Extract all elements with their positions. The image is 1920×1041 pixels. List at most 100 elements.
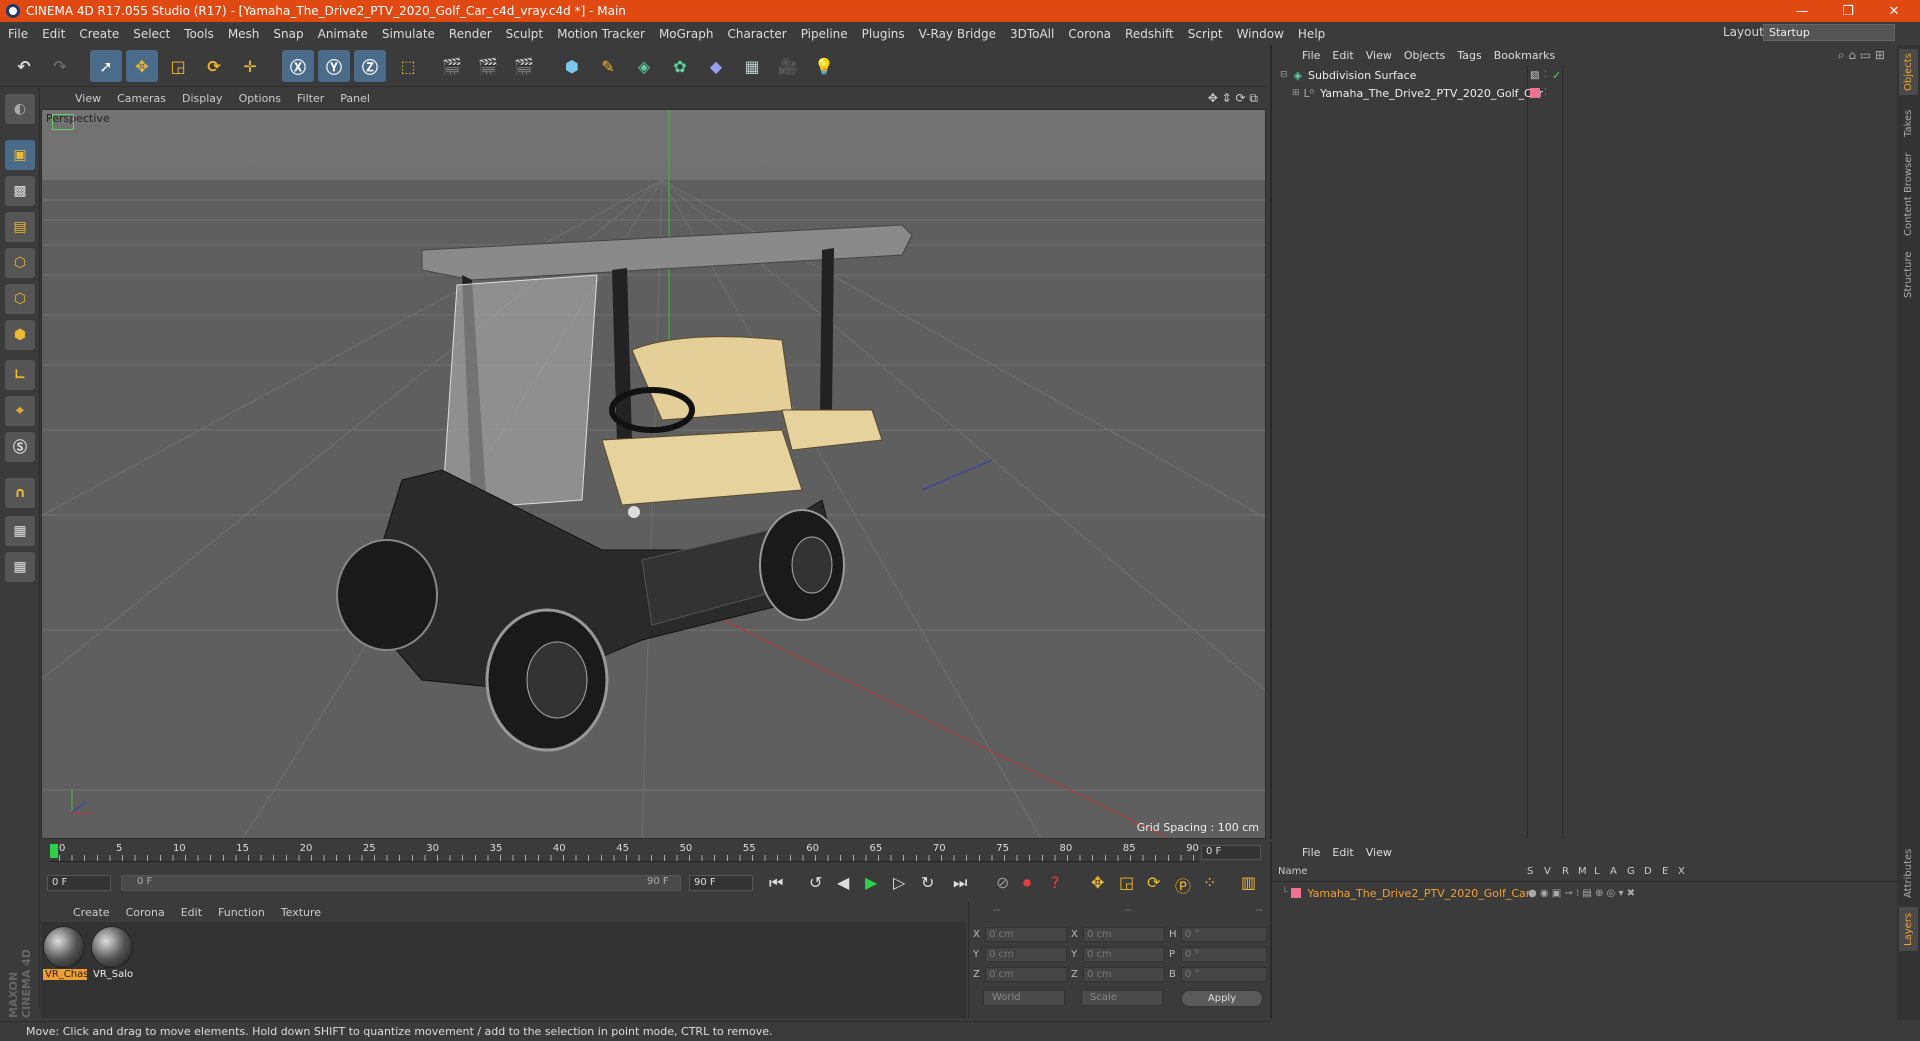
pen-spline-icon[interactable]: ✎ bbox=[592, 50, 624, 82]
search-icon[interactable]: ⌕ ⌂ ▭ ⊞ bbox=[1838, 48, 1885, 63]
layer-color-swatch[interactable] bbox=[1530, 88, 1540, 98]
grid-snap-icon[interactable]: ▦ bbox=[5, 552, 35, 582]
floor-icon[interactable]: ▦ bbox=[736, 50, 768, 82]
size-y-field[interactable]: 0 cm bbox=[1083, 947, 1165, 962]
viewport-menu-panel[interactable]: Panel bbox=[332, 92, 378, 105]
undo-icon[interactable]: ↶ bbox=[8, 50, 40, 82]
solo-mode-icon[interactable]: Ⓢ bbox=[5, 432, 35, 462]
size-x-field[interactable]: 0 cm bbox=[1083, 927, 1165, 942]
axis-mode-icon[interactable]: ∟ bbox=[5, 360, 35, 390]
viewport-nav-icons[interactable]: ✥ ⇕ ⟳ ⧉ bbox=[1208, 91, 1258, 106]
menu-file[interactable]: File bbox=[0, 27, 35, 41]
material-menu-create[interactable]: Create bbox=[65, 906, 118, 919]
layout-select[interactable]: Startup bbox=[1763, 24, 1895, 41]
rotation-h-field[interactable]: 0 ° bbox=[1181, 927, 1267, 942]
key-pla-icon[interactable]: ⁘ bbox=[1203, 873, 1216, 892]
make-editable-icon[interactable]: ◐ bbox=[5, 94, 35, 124]
menu-corona[interactable]: Corona bbox=[1061, 27, 1118, 41]
menu-motion-tracker[interactable]: Motion Tracker bbox=[550, 27, 652, 41]
menu-pipeline[interactable]: Pipeline bbox=[794, 27, 855, 41]
deformer-icon[interactable]: ◆ bbox=[700, 50, 732, 82]
visibility-dots-icon[interactable]: ⁚ bbox=[1544, 88, 1547, 98]
coordinate-space-select[interactable]: World bbox=[983, 990, 1065, 1006]
model-mode-icon[interactable]: ▣ bbox=[5, 140, 35, 170]
workplane-lock-icon[interactable]: ▦ bbox=[5, 516, 35, 546]
rotate-tool-icon[interactable]: ⟳ bbox=[198, 50, 230, 82]
light-icon[interactable]: 💡 bbox=[808, 50, 840, 82]
motion-record-icon[interactable]: ⊘ bbox=[996, 873, 1009, 892]
key-position-icon[interactable]: ✥ bbox=[1091, 873, 1104, 892]
size-mode-select[interactable]: Scale bbox=[1081, 990, 1163, 1006]
object-row[interactable]: ⊞ L⁰ Yamaha_The_Drive2_PTV_2020_Golf_Car… bbox=[1272, 84, 1897, 102]
tweak-mode-icon[interactable]: ⌖ bbox=[5, 396, 35, 426]
snap-magnet-icon[interactable]: ∩ bbox=[5, 478, 35, 508]
viewport-menu-cameras[interactable]: Cameras bbox=[109, 92, 174, 105]
layer-color-swatch[interactable] bbox=[1291, 888, 1302, 898]
side-tab-layers[interactable]: Layers bbox=[1899, 907, 1918, 951]
subdivision-surface-icon[interactable]: ◈ bbox=[628, 50, 660, 82]
points-mode-icon[interactable]: ⬡ bbox=[5, 248, 35, 278]
cube-primitive-icon[interactable]: ⬢ bbox=[556, 50, 588, 82]
menu-vray-bridge[interactable]: V-Ray Bridge bbox=[912, 27, 1003, 41]
lm-menu-view[interactable]: View bbox=[1360, 846, 1398, 859]
render-settings-icon[interactable]: 🎬 bbox=[508, 50, 540, 82]
apply-button[interactable]: Apply bbox=[1181, 990, 1263, 1007]
material-thumbnail[interactable]: VR_Chas bbox=[43, 926, 87, 984]
play-icon[interactable]: ▶ bbox=[865, 873, 877, 892]
restore-icon[interactable]: ❐ bbox=[1826, 0, 1870, 22]
end-frame-field[interactable]: 90 F bbox=[689, 875, 753, 891]
key-rotation-icon[interactable]: ⟳ bbox=[1147, 873, 1160, 892]
side-tab-structure[interactable]: Structure bbox=[1899, 245, 1918, 305]
om-menu-view[interactable]: View bbox=[1360, 49, 1398, 62]
viewport-menu-display[interactable]: Display bbox=[174, 92, 231, 105]
menu-sculpt[interactable]: Sculpt bbox=[499, 27, 550, 41]
menu-tools[interactable]: Tools bbox=[177, 27, 221, 41]
start-frame-field[interactable]: 0 F bbox=[47, 875, 111, 891]
viewport-3d[interactable]: Perspective Grid Spacing : 100 cm bbox=[41, 109, 1266, 839]
previous-key-icon[interactable]: ↺ bbox=[809, 873, 822, 892]
scale-tool-icon[interactable]: ◲ bbox=[162, 50, 194, 82]
close-icon[interactable]: ✕ bbox=[1872, 0, 1916, 22]
size-z-field[interactable]: 0 cm bbox=[1083, 967, 1165, 982]
object-row[interactable]: ⊟ ◈ Subdivision Surface ▨ ⁚ ✓ bbox=[1272, 66, 1897, 84]
om-menu-bookmarks[interactable]: Bookmarks bbox=[1488, 49, 1561, 62]
material-menu-corona[interactable]: Corona bbox=[118, 906, 173, 919]
render-view-icon[interactable]: 🎬 bbox=[436, 50, 468, 82]
redo-icon[interactable]: ↷ bbox=[44, 50, 76, 82]
menu-plugins[interactable]: Plugins bbox=[855, 27, 912, 41]
timeline-playhead[interactable] bbox=[50, 844, 58, 858]
frame-range-slider[interactable] bbox=[121, 875, 681, 891]
live-selection-icon[interactable]: ➚ bbox=[90, 50, 122, 82]
menu-3dtoall[interactable]: 3DToAll bbox=[1003, 27, 1061, 41]
polygons-mode-icon[interactable]: ⬢ bbox=[5, 320, 35, 350]
menu-animate[interactable]: Animate bbox=[311, 27, 375, 41]
record-key-icon[interactable]: ⏺ bbox=[1023, 873, 1031, 893]
menu-mograph[interactable]: MoGraph bbox=[652, 27, 721, 41]
menu-edit[interactable]: Edit bbox=[35, 27, 72, 41]
menu-render[interactable]: Render bbox=[442, 27, 499, 41]
position-x-field[interactable]: 0 cm bbox=[985, 927, 1067, 942]
material-thumbnail[interactable]: VR_Salo bbox=[91, 926, 135, 984]
next-key-icon[interactable]: ↻ bbox=[921, 873, 934, 892]
viewport-menu-filter[interactable]: Filter bbox=[289, 92, 332, 105]
previous-frame-icon[interactable]: ◀ bbox=[837, 873, 849, 892]
menu-redshift[interactable]: Redshift bbox=[1118, 27, 1181, 41]
rotation-p-field[interactable]: 0 ° bbox=[1181, 947, 1267, 962]
minimize-icon[interactable]: — bbox=[1780, 0, 1824, 22]
timeline-ruler[interactable]: 0 5 10 15 20 25 30 35 40 45 50 55 60 65 … bbox=[41, 840, 1266, 868]
texture-mode-icon[interactable]: ▩ bbox=[5, 176, 35, 206]
menu-snap[interactable]: Snap bbox=[266, 27, 310, 41]
menu-create[interactable]: Create bbox=[72, 27, 126, 41]
layer-row[interactable]: └ Yamaha_The_Drive2_PTV_2020_Golf_Car ● … bbox=[1272, 884, 1897, 902]
next-frame-icon[interactable]: ▷ bbox=[893, 873, 905, 892]
layer-flag-icons[interactable]: ● ◉ ▣ ⊸ ⁝ ▤ ⊕ ◎ ▾ ✖ bbox=[1528, 888, 1635, 899]
mograph-cloner-icon[interactable]: ✿ bbox=[664, 50, 696, 82]
edges-mode-icon[interactable]: ⬡ bbox=[5, 284, 35, 314]
om-menu-objects[interactable]: Objects bbox=[1398, 49, 1452, 62]
y-axis-lock-icon[interactable]: Ⓨ bbox=[318, 50, 350, 82]
menu-character[interactable]: Character bbox=[720, 27, 793, 41]
material-menu-edit[interactable]: Edit bbox=[173, 906, 210, 919]
rotation-b-field[interactable]: 0 ° bbox=[1181, 967, 1267, 982]
go-to-start-icon[interactable]: ⏮ bbox=[769, 873, 783, 893]
side-tab-takes[interactable]: Takes bbox=[1899, 103, 1918, 143]
